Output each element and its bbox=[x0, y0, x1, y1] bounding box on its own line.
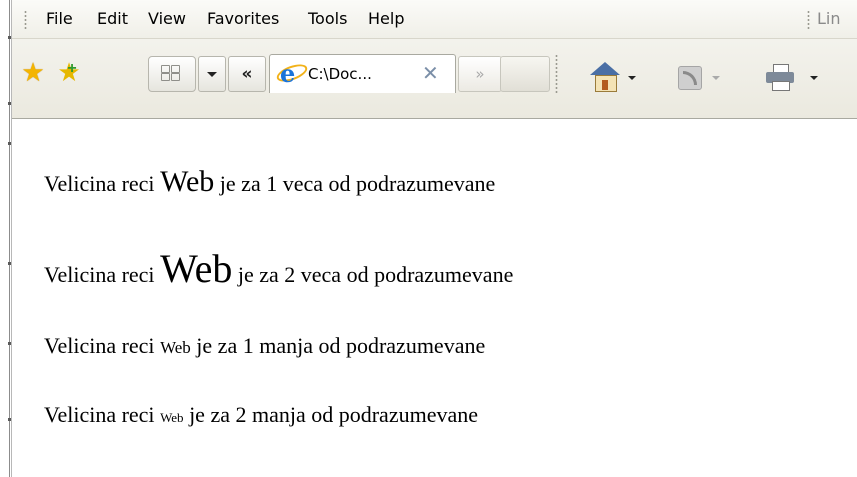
add-to-favorites-button[interactable]: ★ + bbox=[54, 54, 84, 90]
line-suffix: je za 2 veca od podrazumevane bbox=[232, 262, 514, 287]
browser-chrome: File Edit View Favorites Tools Help Lin … bbox=[12, 0, 857, 119]
menu-favorites[interactable]: Favorites bbox=[207, 9, 279, 28]
word-web: Web bbox=[160, 165, 215, 198]
tab-active[interactable]: e C:\Doc... ✕ bbox=[269, 54, 456, 93]
text-line-1: Velicina reci Web je za 1 veca od podraz… bbox=[44, 165, 495, 199]
close-icon[interactable]: ✕ bbox=[422, 61, 439, 85]
print-dropdown-icon[interactable] bbox=[810, 76, 818, 80]
tab-toolbar: ★ ★ + « e C:\Doc... ✕ » bbox=[12, 46, 857, 104]
menu-bar: File Edit View Favorites Tools Help Lin bbox=[12, 0, 857, 39]
chevron-down-icon bbox=[207, 71, 217, 77]
internet-explorer-icon: e bbox=[280, 59, 296, 88]
tab-list-button[interactable] bbox=[198, 56, 226, 92]
scroll-tabs-left-button[interactable]: « bbox=[228, 56, 266, 92]
feeds-dropdown-icon[interactable] bbox=[712, 76, 720, 80]
text-line-3: Velicina reci Web je za 1 manja od podra… bbox=[44, 333, 485, 359]
grid-icon bbox=[161, 65, 180, 81]
printer-icon[interactable] bbox=[766, 64, 794, 91]
new-tab-button[interactable] bbox=[500, 56, 550, 92]
home-dropdown-icon[interactable] bbox=[628, 76, 636, 80]
menu-edit[interactable]: Edit bbox=[97, 9, 128, 28]
text-line-4: Velicina reci Web je za 2 manja od podra… bbox=[44, 402, 478, 428]
star-add-icon: ★ + bbox=[57, 57, 81, 87]
double-chevron-left-icon: « bbox=[241, 64, 253, 84]
line-suffix: je za 1 manja od podrazumevane bbox=[190, 333, 486, 358]
line-prefix: Velicina reci bbox=[44, 262, 161, 287]
line-prefix: Velicina reci bbox=[44, 333, 161, 358]
command-bar-grip[interactable] bbox=[555, 54, 558, 94]
line-prefix: Velicina reci bbox=[44, 402, 161, 427]
star-icon: ★ bbox=[21, 57, 45, 87]
menu-help[interactable]: Help bbox=[368, 9, 404, 28]
scroll-tabs-right-button[interactable]: » bbox=[458, 56, 502, 92]
word-web: Web bbox=[160, 246, 233, 291]
menu-grip[interactable] bbox=[24, 10, 27, 30]
word-web: Web bbox=[160, 338, 191, 357]
menu-file[interactable]: File bbox=[46, 9, 73, 28]
line-suffix: je za 2 manja od podrazumevane bbox=[183, 402, 478, 427]
tab-title: C:\Doc... bbox=[308, 65, 372, 83]
line-suffix: je za 1 veca od podrazumevane bbox=[214, 171, 496, 196]
feeds-icon[interactable] bbox=[678, 66, 702, 90]
home-icon[interactable] bbox=[590, 62, 620, 92]
line-prefix: Velicina reci bbox=[44, 171, 161, 196]
text-line-2: Velicina reci Web je za 2 veca od podraz… bbox=[44, 245, 513, 292]
favorites-center-button[interactable]: ★ bbox=[18, 54, 48, 90]
double-chevron-right-icon: » bbox=[475, 65, 485, 83]
links-grip[interactable] bbox=[807, 10, 810, 30]
menu-view[interactable]: View bbox=[148, 9, 186, 28]
menu-tools[interactable]: Tools bbox=[308, 9, 347, 28]
page-content: Velicina reci Web je za 1 veca od podraz… bbox=[12, 119, 857, 477]
quick-tabs-button[interactable] bbox=[148, 56, 196, 92]
links-toolbar-label[interactable]: Lin bbox=[817, 9, 841, 28]
window-left-border bbox=[0, 0, 12, 477]
word-web: Web bbox=[160, 410, 184, 425]
